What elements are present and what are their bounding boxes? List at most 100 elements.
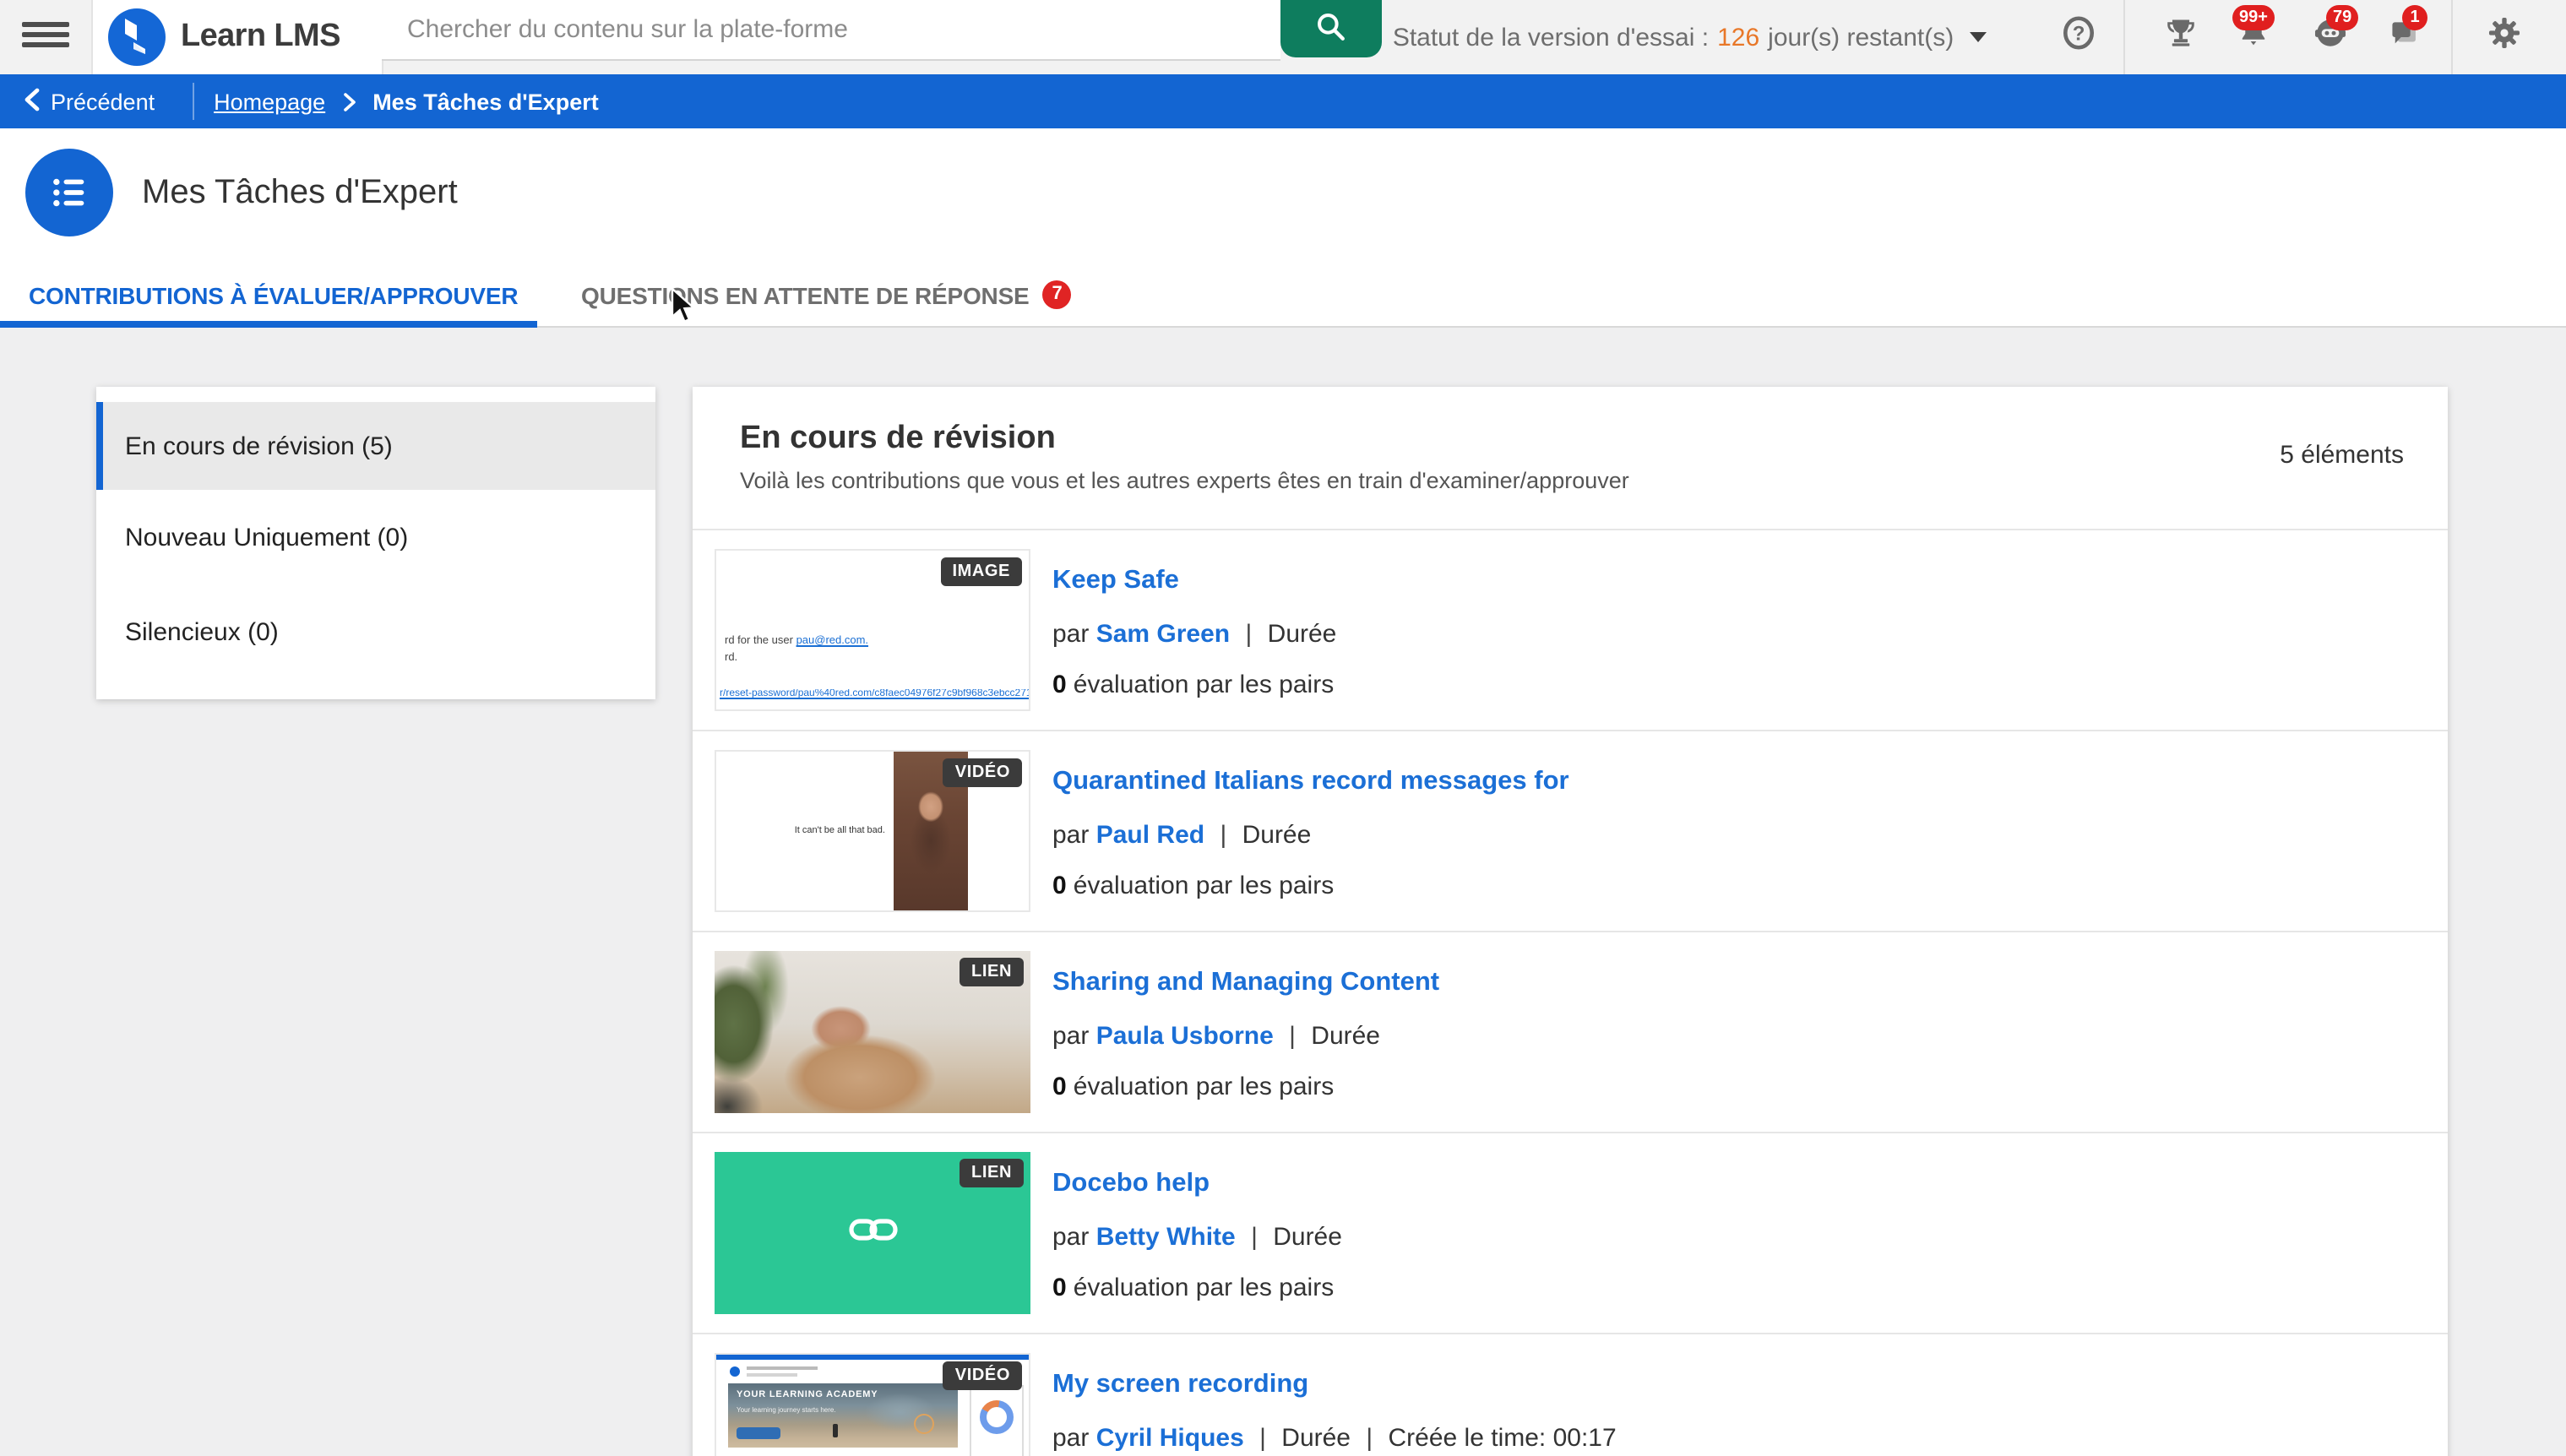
contribution-info: My screen recording par Cyril Hiques | D… — [1052, 1334, 2431, 1456]
top-header: Learn LMS Statut de la version d'essai :… — [0, 0, 2566, 74]
tab-contributions[interactable]: CONTRIBUTIONS À ÉVALUER/APPROUVER — [29, 282, 518, 309]
help-button[interactable]: ? — [2056, 0, 2100, 74]
contribution-row: LIEN Docebo help par Betty White | Durée… — [693, 1132, 2448, 1333]
contribution-thumbnail[interactable]: YOUR LEARNING ACADEMY Your learning jour… — [715, 1353, 1030, 1456]
help-icon: ? — [2058, 14, 2097, 61]
sidebar-item-en-cours-de-revision[interactable]: En cours de révision (5) — [96, 402, 655, 490]
duration-label: Durée — [1273, 1223, 1342, 1252]
chevron-right-icon — [342, 92, 356, 111]
peer-rating: 0évaluation par les pairs — [1052, 1274, 1334, 1302]
peer-rating: 0évaluation par les pairs — [1052, 1073, 1334, 1101]
duration-label: Durée — [1281, 1424, 1351, 1453]
breadcrumb-current: Mes Tâches d'Expert — [372, 89, 599, 114]
chevron-down-icon — [1969, 32, 1986, 42]
thumbnail-email-link: pau@red.com. — [796, 635, 868, 647]
contribution-byline: par Paula Usborne | Durée — [1052, 1022, 1380, 1051]
trophy-icon — [2162, 14, 2199, 60]
search-input[interactable] — [382, 0, 1280, 59]
notifications-button[interactable]: 99+ — [2232, 0, 2275, 74]
author-link[interactable]: Sam Green — [1096, 620, 1230, 649]
content-type-badge: IMAGE — [940, 557, 1022, 586]
contribution-info: Docebo help par Betty White | Durée 0éva… — [1052, 1133, 2431, 1333]
breadcrumb-home-link[interactable]: Homepage — [214, 89, 325, 114]
thumbnail-caption: It can't be all that bad. — [730, 826, 892, 836]
back-button[interactable]: Précédent — [24, 87, 155, 116]
trial-days-remaining: 126 — [1717, 23, 1759, 52]
contribution-info: Keep Safe par Sam Green | Durée 0évaluat… — [1052, 530, 2431, 730]
thumbnail-text: rd. — [725, 652, 737, 664]
chevron-left-icon — [24, 87, 41, 116]
messages-count-badge: 1 — [2402, 5, 2427, 30]
contribution-thumbnail[interactable]: LIEN — [715, 951, 1030, 1113]
page-title: Mes Tâches d'Expert — [142, 149, 458, 236]
filter-sidebar: En cours de révision (5) Nouveau Uniquem… — [96, 387, 655, 699]
page-title-section: Mes Tâches d'Expert CONTRIBUTIONS À ÉVAL… — [0, 128, 2566, 328]
created-label: Créée le time: 00:17 — [1389, 1424, 1617, 1453]
contribution-thumbnail[interactable]: It can't be all that bad. VIDÉO — [715, 750, 1030, 912]
author-link[interactable]: Paul Red — [1096, 821, 1204, 850]
gamification-button[interactable] — [2159, 0, 2203, 74]
author-link[interactable]: Paula Usborne — [1096, 1022, 1274, 1051]
author-link[interactable]: Cyril Hiques — [1096, 1424, 1244, 1453]
contribution-title-link[interactable]: Sharing and Managing Content — [1052, 968, 1439, 998]
items-count: 5 éléments — [2280, 441, 2404, 470]
contribution-title-link[interactable]: My screen recording — [1052, 1370, 1308, 1400]
contributions-panel: En cours de révision Voilà les contribut… — [693, 387, 2448, 1456]
sidebar-item-silencieux[interactable]: Silencieux (0) — [96, 584, 655, 679]
expert-tasks-list-icon — [25, 149, 113, 236]
contribution-title-link[interactable]: Keep Safe — [1052, 566, 1179, 596]
contribution-title-link[interactable]: Docebo help — [1052, 1169, 1210, 1199]
header-divider — [2451, 0, 2453, 74]
hamburger-menu-icon[interactable] — [22, 17, 73, 57]
contribution-byline: par Cyril Hiques | Durée | Créée le time… — [1052, 1424, 1617, 1453]
panel-header: En cours de révision Voilà les contribut… — [693, 387, 2448, 529]
contribution-byline: par Paul Red | Durée — [1052, 821, 1311, 850]
search-button[interactable] — [1280, 0, 1382, 57]
duration-label: Durée — [1311, 1022, 1380, 1051]
mini-banner: YOUR LEARNING ACADEMY Your learning jour… — [728, 1383, 958, 1448]
back-label: Précédent — [51, 89, 155, 114]
sidebar-item-nouveau-uniquement[interactable]: Nouveau Uniquement (0) — [96, 490, 655, 584]
panel-subtitle: Voilà les contributions que vous et les … — [740, 468, 1629, 493]
tab-questions-count-badge: 7 — [1043, 280, 1072, 309]
svg-text:?: ? — [2072, 23, 2085, 46]
search-bar — [382, 0, 1280, 61]
assistant-count-badge: 79 — [2326, 5, 2358, 30]
breadcrumb-bar: Précédent Homepage Mes Tâches d'Expert — [0, 74, 2566, 128]
content-type-badge: LIEN — [960, 958, 1024, 986]
contribution-row: LIEN Sharing and Managing Content par Pa… — [693, 931, 2448, 1132]
content-type-badge: VIDÉO — [943, 1361, 1022, 1390]
contribution-info: Quarantined Italians record messages for… — [1052, 731, 2431, 931]
learn-lms-logo-icon — [108, 8, 166, 66]
contribution-title-link[interactable]: Quarantined Italians record messages for — [1052, 767, 1569, 797]
trial-status-dropdown[interactable]: Statut de la version d'essai : 126 jour(… — [1402, 0, 1976, 74]
contribution-thumbnail[interactable]: LIEN — [715, 1152, 1030, 1314]
peer-rating: 0évaluation par les pairs — [1052, 872, 1334, 900]
tab-questions[interactable]: QUESTIONS EN ATTENTE DE RÉPONSE 7 — [581, 280, 1072, 309]
thumbnail-text: rd for the user pau@red.com. — [725, 635, 868, 647]
contribution-row: YOUR LEARNING ACADEMY Your learning jour… — [693, 1333, 2448, 1456]
assistant-button[interactable]: 79 — [2308, 0, 2351, 74]
brand-logo[interactable]: Learn LMS — [91, 0, 383, 74]
app-root: Learn LMS Statut de la version d'essai :… — [0, 0, 2566, 1456]
peer-rating: 0évaluation par les pairs — [1052, 671, 1334, 699]
gear-icon — [2484, 14, 2523, 61]
header-divider — [2123, 0, 2125, 74]
logo-text: Learn LMS — [181, 19, 340, 56]
content-type-badge: LIEN — [960, 1159, 1024, 1187]
settings-button[interactable] — [2482, 0, 2525, 74]
active-tab-indicator — [0, 321, 537, 328]
panel-title: En cours de révision — [740, 421, 1056, 458]
notifications-count-badge: 99+ — [2232, 5, 2275, 30]
author-link[interactable]: Betty White — [1096, 1223, 1236, 1252]
messages-button[interactable]: 1 — [2382, 0, 2426, 74]
contribution-thumbnail[interactable]: rd for the user pau@red.com. rd. r/reset… — [715, 549, 1030, 711]
trial-status-suffix: jour(s) restant(s) — [1768, 23, 1954, 52]
search-icon — [1313, 8, 1350, 50]
contribution-row: It can't be all that bad. VIDÉO Quaranti… — [693, 730, 2448, 931]
duration-label: Durée — [1268, 620, 1337, 649]
thumbnail-reset-link: r/reset-password/pau%40red.com/c8faec049… — [720, 689, 1029, 699]
tab-questions-label: QUESTIONS EN ATTENTE DE RÉPONSE — [581, 281, 1030, 308]
link-icon — [847, 1212, 898, 1254]
trial-status-text: Statut de la version d'essai : — [1393, 23, 1709, 52]
